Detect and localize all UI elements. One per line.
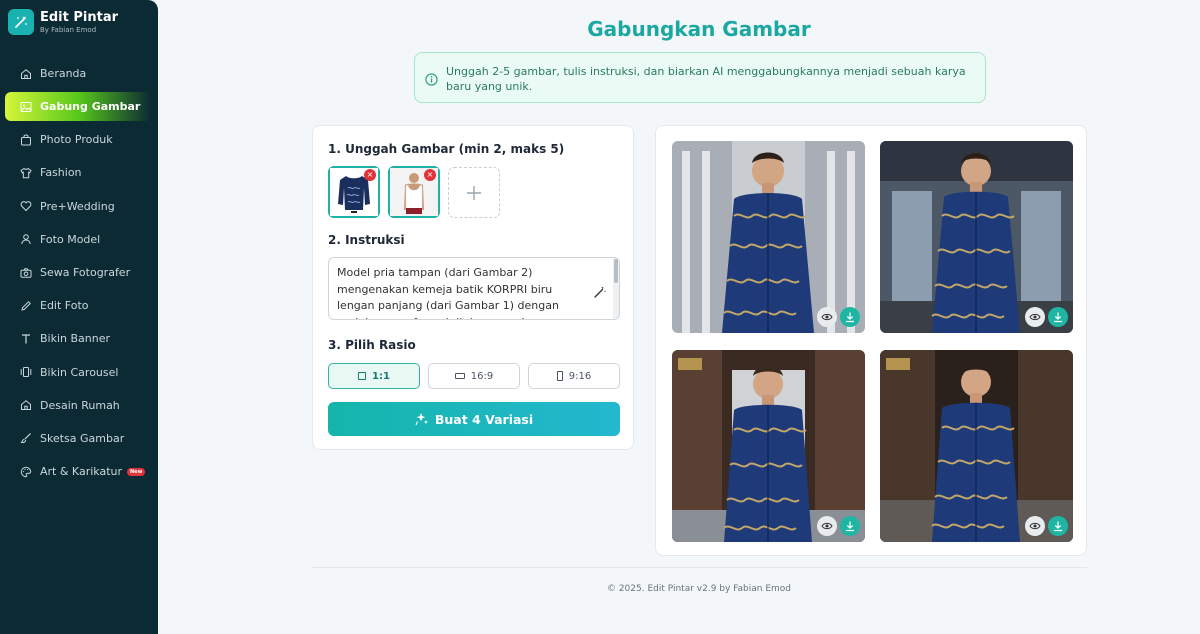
uploaded-image-1[interactable]: ×	[328, 166, 380, 218]
footer-divider	[312, 567, 1087, 568]
landscape-icon	[454, 373, 465, 379]
sidebar-item-beranda[interactable]: Beranda	[0, 57, 158, 90]
download-icon[interactable]	[1048, 516, 1068, 536]
sidebar-item-label: Desain Rumah	[40, 398, 120, 412]
add-image-button[interactable]	[448, 167, 500, 218]
ratio-16-9-button[interactable]: 16:9	[428, 363, 520, 389]
textarea-scrollbar[interactable]	[613, 258, 619, 319]
input-card: 1. Unggah Gambar (min 2, maks 5) × × 2. …	[312, 125, 634, 450]
sidebar-item-photo-produk[interactable]: Photo Produk	[0, 123, 158, 156]
sidebar-item-label: Gabung Gambar	[40, 100, 141, 114]
sidebar-item-label: Bikin Banner	[40, 332, 111, 346]
generate-variations-button[interactable]: Buat 4 Variasi	[328, 402, 620, 436]
shirt-icon	[19, 166, 33, 180]
preview-eye-icon[interactable]	[1025, 516, 1045, 536]
download-icon[interactable]	[840, 307, 860, 327]
sidebar-item-label: Beranda	[40, 67, 87, 81]
info-banner: Unggah 2-5 gambar, tulis instruksi, dan …	[414, 52, 986, 103]
sidebar-item-edit-foto[interactable]: Edit Foto	[0, 289, 158, 322]
sidebar-item-label: Edit Foto	[40, 299, 89, 313]
sidebar-item-label: Photo Produk	[40, 133, 113, 147]
ratio-label: 16:9	[470, 370, 494, 382]
result-photo-4	[880, 350, 1073, 542]
sidebar: Edit Pintar By Fabian Emod Beranda Gabun…	[0, 0, 158, 634]
sidebar-nav: Beranda Gabung Gambar Photo Produk Fashi…	[0, 57, 158, 488]
result-photo-1	[672, 141, 865, 333]
sidebar-item-label: Sketsa Gambar	[40, 431, 125, 445]
uploaded-image-2[interactable]: ×	[388, 166, 440, 218]
magic-wand-icon[interactable]	[593, 284, 607, 298]
text-icon	[19, 332, 33, 346]
footer-copyright: © 2025. Edit Pintar v2.9 by Fabian Emod	[606, 584, 792, 594]
image-icon	[19, 100, 33, 114]
palette-icon	[19, 465, 33, 479]
new-badge: New	[127, 467, 146, 476]
instruction-section-title: 2. Instruksi	[328, 233, 405, 247]
upload-section-title: 1. Unggah Gambar (min 2, maks 5)	[328, 142, 565, 156]
sidebar-item-label: Art & Karikatur	[40, 465, 122, 479]
instruction-text: Model pria tampan (dari Gambar 2) mengen…	[337, 266, 559, 319]
sidebar-item-label: Bikin Carousel	[40, 365, 119, 379]
sidebar-item-label: Foto Model	[40, 232, 101, 246]
remove-image-1-button[interactable]: ×	[364, 169, 376, 181]
pencil-icon	[19, 299, 33, 313]
sidebar-item-gabung-gambar[interactable]: Gabung Gambar	[5, 92, 151, 122]
ratio-9-16-button[interactable]: 9:16	[528, 363, 620, 389]
sidebar-item-sewa-fotografer[interactable]: Sewa Fotografer	[0, 256, 158, 289]
generate-label: Buat 4 Variasi	[434, 411, 534, 427]
bag-icon	[19, 133, 33, 147]
sidebar-item-sketsa-gambar[interactable]: Sketsa Gambar	[0, 422, 158, 455]
result-image-2[interactable]	[880, 141, 1073, 333]
magic-wand-logo-icon	[8, 9, 34, 35]
ratio-label: 9:16	[568, 370, 592, 382]
sidebar-item-label: Sewa Fotografer	[40, 266, 131, 280]
sidebar-item-label: Pre+Wedding	[40, 199, 115, 213]
preview-eye-icon[interactable]	[817, 307, 837, 327]
page-title: Gabungkan Gambar	[587, 17, 811, 41]
preview-eye-icon[interactable]	[1025, 307, 1045, 327]
portrait-icon	[556, 371, 563, 381]
sidebar-item-foto-model[interactable]: Foto Model	[0, 223, 158, 256]
remove-image-2-button[interactable]: ×	[424, 169, 436, 181]
brush-icon	[19, 431, 33, 445]
brand-title: Edit Pintar	[40, 9, 119, 25]
sidebar-item-bikin-banner[interactable]: Bikin Banner	[0, 322, 158, 355]
ratio-section-title: 3. Pilih Rasio	[328, 338, 416, 352]
carousel-icon	[19, 365, 33, 379]
plus-icon	[467, 185, 481, 200]
user-icon	[19, 232, 33, 246]
result-photo-3	[672, 350, 865, 542]
square-icon	[358, 372, 367, 380]
sidebar-item-pre-wedding[interactable]: Pre+Wedding	[0, 190, 158, 223]
sidebar-item-bikin-carousel[interactable]: Bikin Carousel	[0, 356, 158, 389]
sparkle-icon	[415, 413, 428, 426]
brand-subtitle: By Fabian Emod	[40, 25, 97, 34]
info-text: Unggah 2-5 gambar, tulis instruksi, dan …	[446, 65, 966, 93]
download-icon[interactable]	[840, 516, 860, 536]
sidebar-item-fashion[interactable]: Fashion	[0, 156, 158, 189]
scrollbar-thumb[interactable]	[614, 259, 618, 283]
heart-icon	[19, 199, 33, 213]
result-image-1[interactable]	[672, 141, 865, 333]
camera-icon	[19, 266, 33, 280]
instruction-textarea[interactable]: Model pria tampan (dari Gambar 2) mengen…	[328, 257, 620, 320]
sidebar-item-desain-rumah[interactable]: Desain Rumah	[0, 389, 158, 422]
brand[interactable]: Edit Pintar By Fabian Emod	[8, 9, 118, 35]
ratio-1-1-button[interactable]: 1:1	[328, 363, 420, 389]
house-icon	[19, 398, 33, 412]
preview-eye-icon[interactable]	[817, 516, 837, 536]
result-image-4[interactable]	[880, 350, 1073, 542]
ratio-label: 1:1	[372, 370, 390, 382]
download-icon[interactable]	[1048, 307, 1068, 327]
home-icon	[19, 67, 33, 81]
result-photo-2	[880, 141, 1073, 333]
info-icon	[425, 71, 439, 86]
results-card	[655, 125, 1087, 556]
result-image-3[interactable]	[672, 350, 865, 542]
sidebar-item-art-karikatur[interactable]: Art & Karikatur New	[0, 455, 158, 488]
sidebar-item-label: Fashion	[40, 166, 82, 180]
